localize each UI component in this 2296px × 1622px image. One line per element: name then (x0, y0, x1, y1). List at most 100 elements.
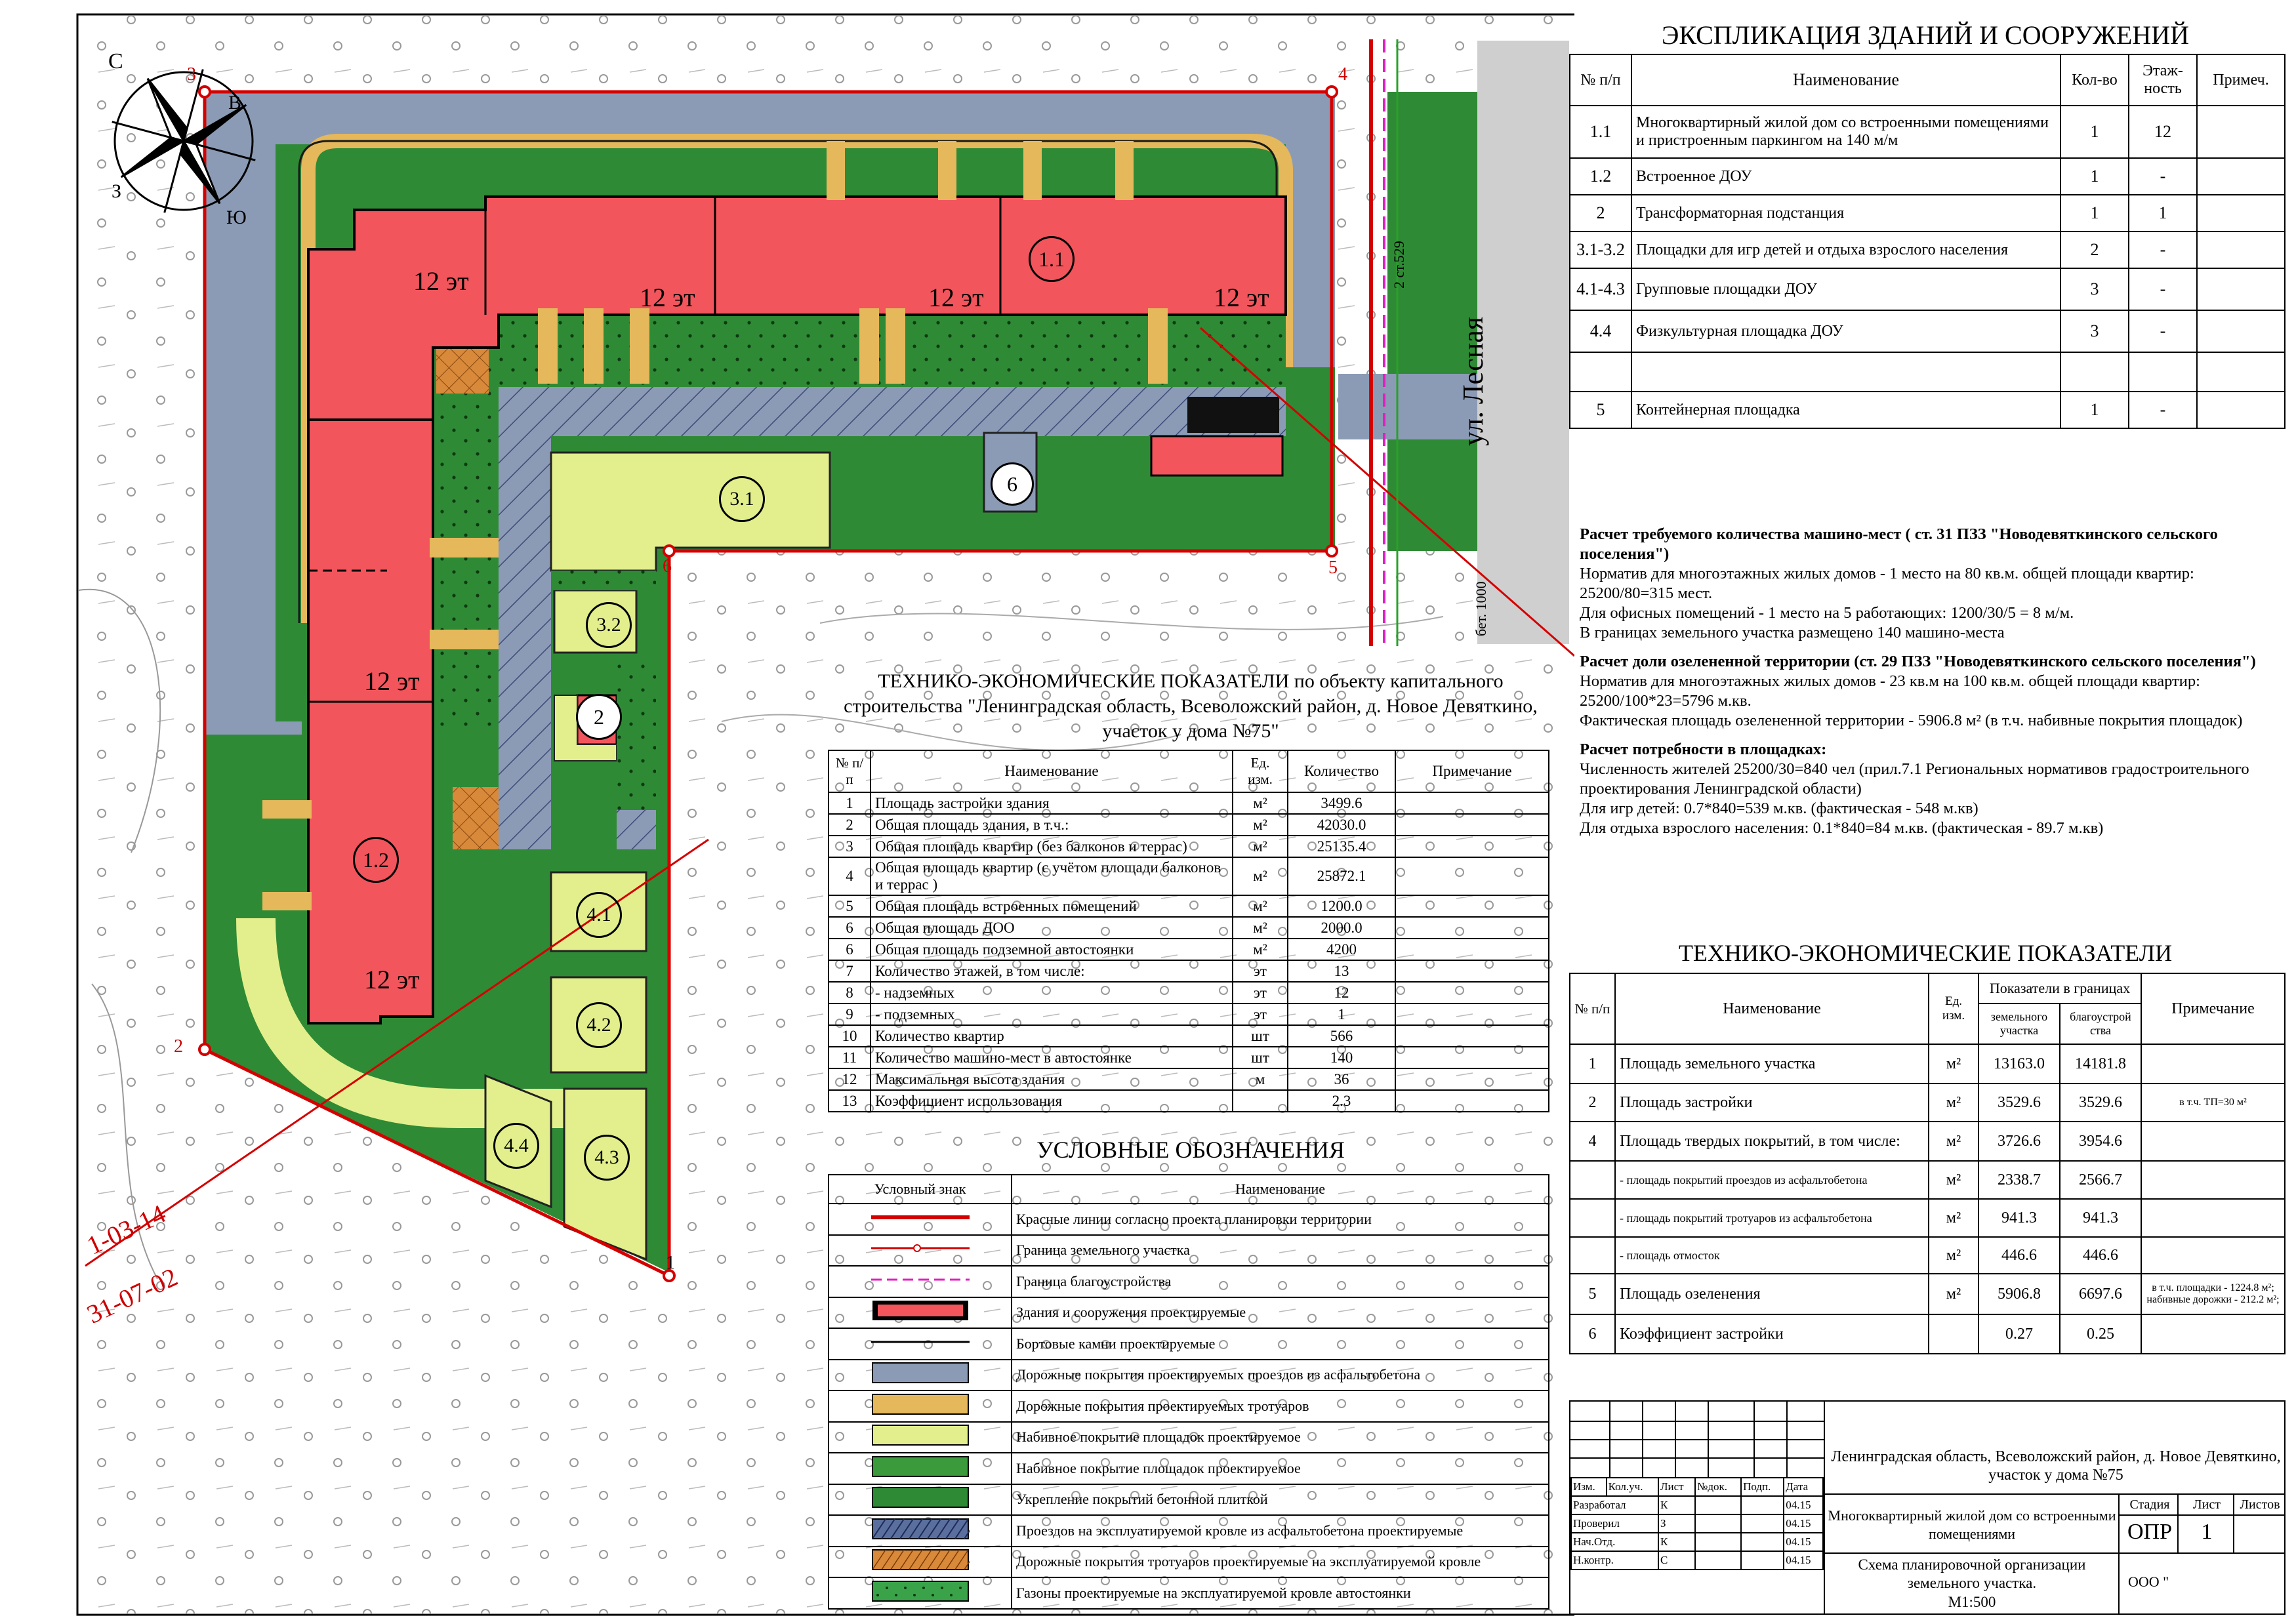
legend-symbol-cell (828, 1452, 1012, 1485)
stamp-address: Ленинградская область, Всеволожский райо… (1831, 1448, 2281, 1484)
stamp-doc (1694, 1495, 1742, 1515)
legend-row: Здания и сооружения проектируемые (828, 1296, 1549, 1329)
table-cell: - площадь отмосток (1614, 1236, 1929, 1274)
table-cell: Коэффициент застройки (1614, 1314, 1929, 1354)
street-asphalt (1477, 41, 1569, 644)
note-line: Норматив для многоэтажных жилых домов - … (1580, 672, 2200, 710)
legend-symbol-cell (828, 1296, 1012, 1329)
legend-symbol-cell (828, 1358, 1012, 1391)
legend-row: Дорожные покрытия проектируемых тротуаро… (828, 1390, 1549, 1423)
legend-symbol (871, 1549, 987, 1571)
table-cell: 9 (828, 1003, 871, 1026)
table-cell: 2566.7 (2059, 1160, 2142, 1200)
table-cell: 12 (1287, 981, 1396, 1004)
misc-label: 2 ст.529 (1391, 241, 1407, 289)
table-row: 10 Количество квартир шт 566 (828, 1024, 1549, 1047)
table-cell: 1 (2060, 391, 2129, 429)
roof-lawn (551, 571, 656, 590)
table-cell: в т.ч. площадки - 1224.8 м²; набивные до… (2141, 1273, 2286, 1315)
legend-symbol-cell (828, 1390, 1012, 1423)
table-cell: 2000.0 (1287, 916, 1396, 939)
table-cell: - подземных (870, 1003, 1233, 1026)
floor-label: 12 эт (364, 965, 420, 994)
note-line: Норматив для многоэтажных жилых домов - … (1580, 565, 2194, 602)
table-cell: шт (1232, 1024, 1288, 1047)
col-header: № п/п (1569, 54, 1632, 106)
table-cell: Общая площадь квартир (без балконов и те… (870, 835, 1233, 858)
green-title: Расчет доли озелененной территории (ст. … (1580, 653, 2256, 670)
corner-label: 4 (1338, 64, 1347, 85)
table-cell: м² (1928, 1273, 1979, 1315)
table-cell: 2 (1569, 194, 1632, 232)
table-cell: 6697.6 (2059, 1273, 2142, 1315)
col-header: Наименование (1631, 54, 2061, 106)
table-cell: м² (1232, 916, 1288, 939)
stamp-date: 04.15 (1783, 1551, 1824, 1570)
table-row: 2 Общая площадь здания, в т.ч.: м² 42030.0 (828, 813, 1549, 836)
table-cell (1395, 1089, 1549, 1112)
table-cell: Контейнерная площадка (1631, 391, 2061, 429)
table-row: 5 Общая площадь встроенных помещений м² 120… (828, 895, 1549, 918)
compass-east-label: В (228, 92, 242, 113)
stage-header: Стадия (2129, 1497, 2170, 1512)
table-cell: Площадь застройки здания (870, 792, 1233, 815)
table-cell (1569, 1198, 1616, 1238)
table-cell: 2.3 (1287, 1089, 1396, 1112)
table-cell (1569, 352, 1632, 392)
legend-symbol-cell (828, 1577, 1012, 1610)
table-cell: Общая площадь квартир (с учётом площади … (870, 857, 1233, 896)
table-cell: м² (1232, 938, 1288, 961)
stamp-grid (1570, 1402, 1824, 1477)
stamp-col-header: Кол.уч. (1605, 1477, 1659, 1497)
table-cell (1395, 857, 1549, 896)
col-header: Ед. изм. (1232, 750, 1288, 793)
stamp-doc (1694, 1532, 1742, 1552)
table-cell: - (2128, 310, 2198, 353)
legend-symbol (871, 1362, 969, 1384)
col-header: Этаж-ность (2128, 54, 2198, 106)
stamp-col-header: №док. (1694, 1477, 1742, 1497)
col-header: Примечание (2141, 973, 2286, 1045)
stamp-mark: К (1657, 1495, 1696, 1515)
legend-label: Граница земельного участка (1011, 1234, 1549, 1267)
table-cell (2141, 1044, 2286, 1084)
note-line: Фактическая площадь озелененной территор… (1580, 712, 2243, 729)
stage-header: Лист (2193, 1497, 2221, 1512)
table-cell: 5 (1569, 391, 1632, 429)
col-header: Показатели в границах (1978, 973, 2142, 1004)
table-row: 1.2 Встроенное ДОУ 1- (1569, 157, 2286, 195)
table-row: 11 Количество машино-мест в автостоянке шт… (828, 1046, 1549, 1069)
table-cell: Максимальная высота здания (870, 1068, 1233, 1091)
tep-object-title: ТЕХНИКО-ЭКОНОМИЧЕСКИЕ ПОКАЗАТЕЛИ по объе… (844, 670, 1538, 742)
corner-label: 2 (174, 1036, 183, 1057)
compass-north-label: С (108, 49, 123, 73)
table-cell (2141, 1160, 2286, 1200)
red-block (1150, 435, 1284, 477)
stamp-scale: М1:500 (1948, 1594, 1996, 1610)
table-cell (2060, 352, 2129, 392)
table-cell: Общая площадь встроенных помещений (870, 895, 1233, 918)
zone-label-2: 2 (576, 694, 622, 740)
legend-row: Бортовые камни проектируемые (828, 1328, 1549, 1360)
calc-notes: Расчет требуемого количества машино-мест… (1580, 525, 2285, 838)
legend-row: Дорожные покрытия проектируемых проездов… (828, 1358, 1549, 1391)
table-cell: 13163.0 (1978, 1044, 2060, 1084)
table-cell (2196, 105, 2286, 159)
floor-label: 12 эт (640, 283, 695, 312)
table-cell: 3 (828, 835, 871, 858)
stamp-object: Многоквартирный жилой дом со встроенными… (1828, 1507, 2116, 1542)
stamp-date: 04.15 (1783, 1532, 1824, 1552)
table-cell: 2338.7 (1978, 1160, 2060, 1200)
stamp-row: Нач.Отд. К 04.15 (1570, 1532, 1824, 1552)
table-row: 6 Коэффициент застройки 0.27 0.25 (1569, 1314, 2286, 1354)
table-row: 2 Трансформаторная подстанция 1 1 (1569, 194, 2286, 232)
table-cell: эт (1232, 981, 1288, 1004)
col-header: Наименование (1011, 1174, 1549, 1204)
table-row: 13 Коэффициент использования 2.3 (828, 1089, 1549, 1112)
col-header: Наименование (870, 750, 1233, 793)
table-cell (1395, 1046, 1549, 1069)
table-cell: м² (1232, 895, 1288, 918)
legend-row: Дорожные покрытия тротуаров проектируемы… (828, 1545, 1549, 1578)
col-header: Примеч. (2196, 54, 2286, 106)
stamp-role: Нач.Отд. (1570, 1532, 1659, 1552)
